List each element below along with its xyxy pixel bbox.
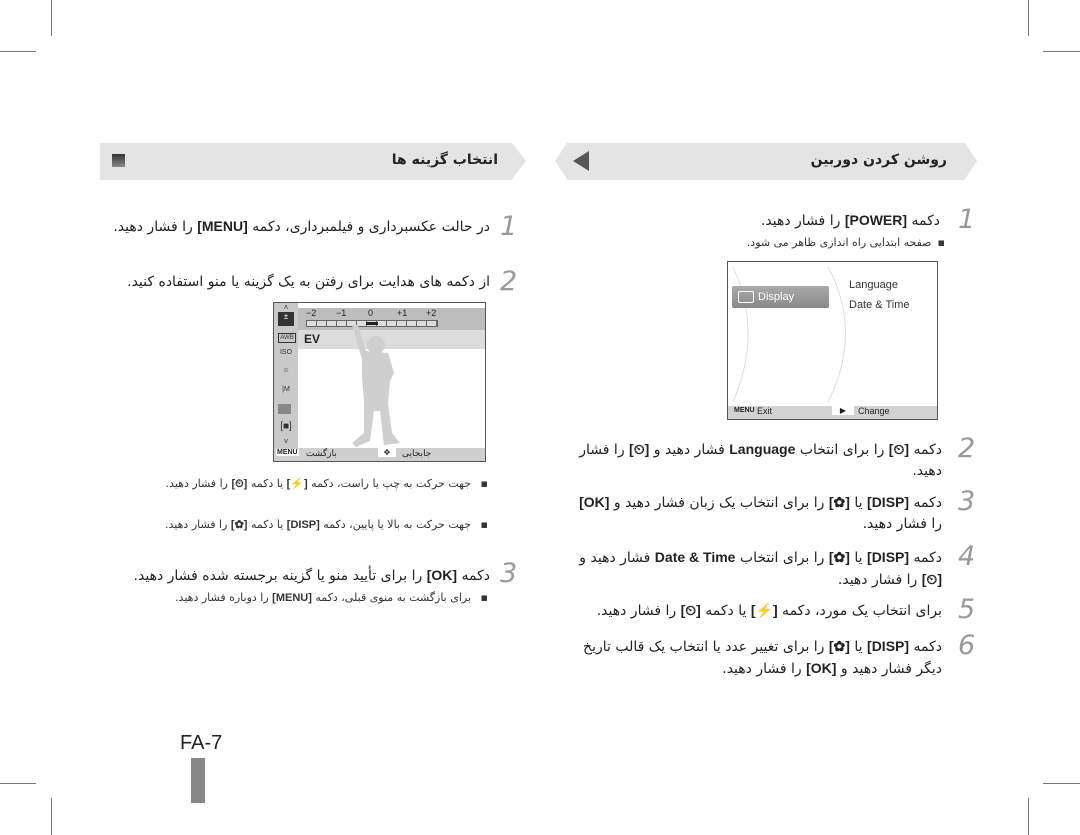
crop-mark bbox=[1043, 783, 1080, 784]
menu-item-date-time[interactable]: Date & Time bbox=[849, 299, 910, 311]
exposure-icon: ± bbox=[278, 312, 294, 326]
ok-key: [OK] bbox=[426, 567, 458, 583]
metering-icon: [■] bbox=[280, 421, 292, 432]
disp-key: [DISP] bbox=[867, 549, 910, 565]
back-label: بازگشت bbox=[306, 448, 337, 458]
timer-key: [⏲] bbox=[629, 441, 650, 457]
bullet-item: جهت حرکت به بالا یا پایین، دکمه [DISP] ی… bbox=[110, 515, 488, 535]
camera-screen-settings: Display Language Date & Time MENU Exit ▶… bbox=[727, 261, 938, 420]
section-title: انتخاب گزینه ها bbox=[391, 152, 498, 168]
disp-key: [DISP] bbox=[867, 638, 910, 654]
step-number: 2 bbox=[958, 433, 976, 464]
header-notch bbox=[965, 143, 977, 179]
header-notch bbox=[555, 143, 567, 179]
iso-icon: ISO bbox=[279, 349, 293, 356]
bullet-item: صفحه ابتدایی راه اندازی ظاهر می شود. bbox=[600, 233, 945, 253]
ev-tick: −1 bbox=[336, 308, 347, 318]
flash-key: [⚡] bbox=[750, 602, 778, 618]
square-marker-icon bbox=[112, 154, 125, 167]
crop-mark bbox=[0, 783, 36, 784]
step-text: در حالت عکسبرداری و فیلمبرداری، دکمه [ME… bbox=[113, 218, 490, 235]
macro-key: [✿] bbox=[230, 519, 248, 531]
timer-key: [⏲] bbox=[680, 602, 701, 618]
bullet-item: برای بازگشت به منوی قبلی، دکمه [MENU] را… bbox=[100, 588, 488, 608]
step-number: 6 bbox=[958, 630, 976, 661]
change-label: Change bbox=[858, 406, 890, 416]
menu-sidebar: ˄ ± AWB ISO ☺ |M [■] ˅ bbox=[274, 303, 298, 448]
menu-item-language[interactable]: Language bbox=[849, 279, 898, 291]
step-number: 2 bbox=[500, 266, 518, 297]
step-text: برای انتخاب یک مورد، دکمه [⚡] یا دکمه [⏲… bbox=[596, 602, 942, 619]
step-number: 3 bbox=[500, 558, 518, 589]
quality-icon bbox=[278, 404, 291, 414]
step-number: 5 bbox=[958, 594, 976, 625]
disp-key: [DISP] bbox=[867, 494, 910, 510]
section-title: روشن کردن دوربین bbox=[810, 152, 947, 168]
timer-key: [⏲] bbox=[921, 571, 942, 587]
crop-mark bbox=[1028, 0, 1029, 36]
step-text: دکمه [DISP] یا [✿] را برای انتخاب Date &… bbox=[579, 549, 942, 588]
ev-tick: +1 bbox=[397, 308, 408, 318]
disp-key: [DISP] bbox=[286, 519, 320, 531]
step-text: دکمه [POWER] را فشار دهید. bbox=[760, 212, 940, 229]
resolution-icon: |M bbox=[282, 386, 290, 393]
menu-key-label: MENU bbox=[276, 449, 299, 456]
silhouette-figure bbox=[352, 325, 400, 447]
crop-mark bbox=[51, 0, 52, 36]
crop-mark bbox=[1043, 51, 1080, 52]
step-text: دکمه [⏲] را برای انتخاب Language فشار ده… bbox=[579, 441, 942, 479]
step-text: دکمه [DISP] یا [✿] را برای انتخاب یک زبا… bbox=[579, 494, 942, 532]
step-number: 1 bbox=[958, 204, 976, 235]
step-text: دکمه [OK] را برای تأیید منو یا گزینه برج… bbox=[133, 567, 490, 584]
step-text: از دکمه های هدایت برای رفتن به یک گزینه … bbox=[127, 274, 490, 290]
menu-key-label: MENU bbox=[734, 407, 755, 414]
step-number: 3 bbox=[958, 486, 976, 517]
ev-tick: 0 bbox=[368, 308, 374, 318]
triangle-left-icon bbox=[573, 151, 589, 171]
language-word: Language bbox=[729, 441, 796, 457]
crop-mark bbox=[51, 798, 52, 835]
tab-display[interactable]: Display bbox=[732, 286, 829, 308]
play-right-icon: ▶ bbox=[832, 406, 854, 415]
menu-key: [MENU] bbox=[197, 218, 248, 234]
screen-bottom-bar: MENU بازگشت ✥ جابجایی bbox=[274, 448, 485, 461]
flash-key: [⚡] bbox=[286, 478, 308, 490]
ev-label: EV bbox=[304, 332, 321, 346]
macro-key: [✿] bbox=[828, 494, 850, 510]
crop-mark bbox=[1028, 798, 1029, 835]
bullet-item: جهت حرکت به چپ یا راست، دکمه [⚡] یا دکمه… bbox=[110, 474, 488, 494]
timer-key: [⏲] bbox=[231, 478, 248, 490]
power-key: [POWER] bbox=[844, 212, 908, 228]
section-header-left: انتخاب گزینه ها bbox=[100, 143, 512, 180]
dpad-icon: ✥ bbox=[378, 448, 396, 457]
page-tab-marker bbox=[191, 758, 205, 803]
crop-mark bbox=[0, 51, 36, 52]
ev-tick: −2 bbox=[306, 308, 317, 318]
exit-label: Exit bbox=[757, 406, 773, 416]
macro-key: [✿] bbox=[828, 638, 850, 654]
display-icon bbox=[738, 291, 754, 304]
menu-key: [MENU] bbox=[272, 592, 312, 604]
face-off-icon: ☺ bbox=[282, 367, 290, 374]
ok-key: [OK] bbox=[579, 494, 610, 510]
header-notch bbox=[512, 143, 526, 179]
ev-tick: +2 bbox=[426, 308, 437, 318]
step-text: دکمه [DISP] یا [✿] را برای تغییر عدد یا … bbox=[583, 638, 942, 677]
date-time-word: Date & Time bbox=[654, 549, 736, 565]
screen-bottom-bar: MENU Exit ▶ Change bbox=[728, 406, 937, 419]
ok-key: [OK] bbox=[806, 660, 837, 676]
awb-icon: AWB bbox=[278, 333, 296, 343]
step-number: 1 bbox=[500, 211, 518, 242]
section-header-right: روشن کردن دوربین bbox=[567, 143, 965, 180]
timer-key: [⏲] bbox=[888, 441, 910, 457]
move-label: جابجایی bbox=[402, 448, 432, 458]
step-number: 4 bbox=[958, 541, 976, 572]
menu-arc-decoration bbox=[732, 266, 846, 403]
camera-screen-ev: ˄ ± AWB ISO ☺ |M [■] ˅ −2 −1 0 +1 +2 EV … bbox=[273, 302, 486, 462]
macro-key: [✿] bbox=[828, 549, 850, 565]
page-number: FA-7 bbox=[180, 732, 223, 754]
